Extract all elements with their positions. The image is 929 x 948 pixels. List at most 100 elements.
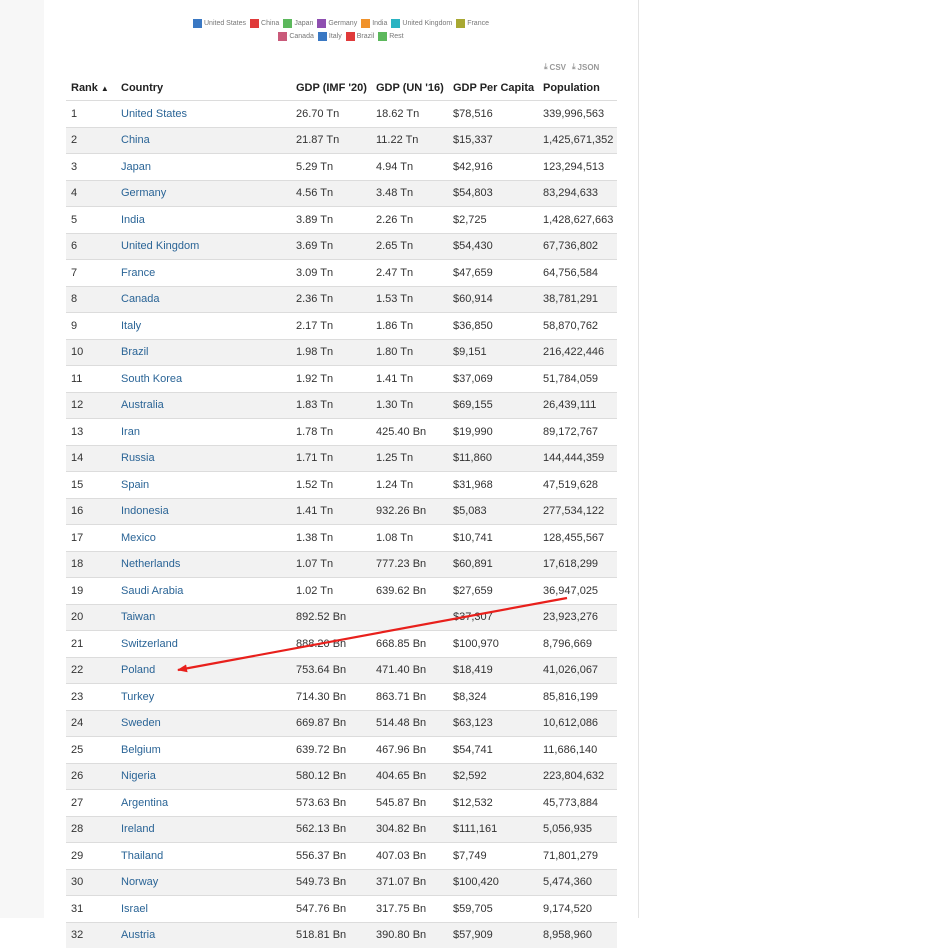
population-cell: 144,444,359 bbox=[538, 445, 617, 472]
country-link[interactable]: Poland bbox=[116, 657, 291, 684]
table-row: 32Austria518.81 Bn390.80 Bn$57,9098,958,… bbox=[66, 922, 617, 948]
header-rank[interactable]: Rank▲ bbox=[66, 75, 116, 101]
rank-cell: 23 bbox=[66, 684, 116, 711]
rank-cell: 13 bbox=[66, 419, 116, 446]
legend-item[interactable]: Canada bbox=[278, 30, 314, 43]
gdp-imf-cell: 2.36 Tn bbox=[291, 286, 371, 313]
population-cell: 223,804,632 bbox=[538, 763, 617, 790]
gdp-un-cell: 371.07 Bn bbox=[371, 869, 448, 896]
legend-swatch bbox=[193, 19, 202, 28]
country-link[interactable]: Argentina bbox=[116, 790, 291, 817]
legend-item[interactable]: Germany bbox=[317, 17, 357, 30]
country-link[interactable]: Taiwan bbox=[116, 604, 291, 631]
legend-label: Rest bbox=[389, 30, 403, 43]
header-gdp-per-capita[interactable]: GDP Per Capita bbox=[448, 75, 538, 101]
rank-cell: 7 bbox=[66, 260, 116, 287]
gdp-imf-cell: 1.98 Tn bbox=[291, 339, 371, 366]
gdp-un-cell: 18.62 Tn bbox=[371, 101, 448, 128]
legend-label: Germany bbox=[328, 17, 357, 30]
legend-item[interactable]: Japan bbox=[283, 17, 313, 30]
gdp-un-cell: 639.62 Bn bbox=[371, 578, 448, 605]
country-link[interactable]: Brazil bbox=[116, 339, 291, 366]
left-gutter bbox=[0, 0, 45, 918]
rank-cell: 10 bbox=[66, 339, 116, 366]
gdp-un-cell: 1.30 Tn bbox=[371, 392, 448, 419]
legend-item[interactable]: France bbox=[456, 17, 489, 30]
gdp-per-capita-cell: $18,419 bbox=[448, 657, 538, 684]
country-link[interactable]: India bbox=[116, 207, 291, 234]
legend-item[interactable]: United Kingdom bbox=[391, 17, 452, 30]
table-row: 6United Kingdom3.69 Tn2.65 Tn$54,43067,7… bbox=[66, 233, 617, 260]
gdp-per-capita-cell: $9,151 bbox=[448, 339, 538, 366]
country-link[interactable]: Nigeria bbox=[116, 763, 291, 790]
header-gdp-imf[interactable]: GDP (IMF '20) bbox=[291, 75, 371, 101]
legend-swatch bbox=[318, 32, 327, 41]
table-row: 19Saudi Arabia1.02 Tn639.62 Bn$27,65936,… bbox=[66, 578, 617, 605]
table-row: 16Indonesia1.41 Tn932.26 Bn$5,083277,534… bbox=[66, 498, 617, 525]
country-link[interactable]: Thailand bbox=[116, 843, 291, 870]
legend-item[interactable]: Italy bbox=[318, 30, 342, 43]
country-link[interactable]: Saudi Arabia bbox=[116, 578, 291, 605]
population-cell: 9,174,520 bbox=[538, 896, 617, 923]
country-link[interactable]: China bbox=[116, 127, 291, 154]
country-link[interactable]: Japan bbox=[116, 154, 291, 181]
rank-cell: 4 bbox=[66, 180, 116, 207]
gdp-imf-cell: 888.20 Bn bbox=[291, 631, 371, 658]
country-link[interactable]: Israel bbox=[116, 896, 291, 923]
population-cell: 10,612,086 bbox=[538, 710, 617, 737]
country-link[interactable]: Ireland bbox=[116, 816, 291, 843]
legend-item[interactable]: India bbox=[361, 17, 387, 30]
country-link[interactable]: Spain bbox=[116, 472, 291, 499]
header-country-label: Country bbox=[121, 82, 163, 94]
country-link[interactable]: Turkey bbox=[116, 684, 291, 711]
legend-item[interactable]: China bbox=[250, 17, 279, 30]
country-link[interactable]: Belgium bbox=[116, 737, 291, 764]
gdp-per-capita-cell: $15,337 bbox=[448, 127, 538, 154]
export-csv-label: CSV bbox=[550, 63, 566, 72]
gdp-per-capita-cell: $54,741 bbox=[448, 737, 538, 764]
country-link[interactable]: Sweden bbox=[116, 710, 291, 737]
gdp-imf-cell: 753.64 Bn bbox=[291, 657, 371, 684]
legend-label: United Kingdom bbox=[402, 17, 452, 30]
table-row: 13Iran1.78 Tn425.40 Bn$19,99089,172,767 bbox=[66, 419, 617, 446]
export-json-link[interactable]: ⤓ JSON bbox=[572, 62, 599, 72]
country-link[interactable]: Australia bbox=[116, 392, 291, 419]
country-link[interactable]: Switzerland bbox=[116, 631, 291, 658]
table-header-row: Rank▲ Country GDP (IMF '20) GDP (UN '16)… bbox=[66, 75, 617, 101]
country-link[interactable]: Russia bbox=[116, 445, 291, 472]
country-link[interactable]: Canada bbox=[116, 286, 291, 313]
table-row: 27Argentina573.63 Bn545.87 Bn$12,53245,7… bbox=[66, 790, 617, 817]
rank-cell: 22 bbox=[66, 657, 116, 684]
rank-cell: 24 bbox=[66, 710, 116, 737]
header-gdp-imf-label: GDP (IMF '20) bbox=[296, 82, 367, 94]
legend-item[interactable]: Brazil bbox=[346, 30, 375, 43]
gdp-per-capita-cell: $8,324 bbox=[448, 684, 538, 711]
header-country[interactable]: Country bbox=[116, 75, 291, 101]
country-link[interactable]: United Kingdom bbox=[116, 233, 291, 260]
gdp-un-cell: 2.47 Tn bbox=[371, 260, 448, 287]
country-link[interactable]: United States bbox=[116, 101, 291, 128]
header-gdp-un[interactable]: GDP (UN '16) bbox=[371, 75, 448, 101]
country-link[interactable]: Austria bbox=[116, 922, 291, 948]
country-link[interactable]: Mexico bbox=[116, 525, 291, 552]
export-csv-link[interactable]: ⤓ CSV bbox=[544, 62, 566, 72]
country-link[interactable]: Iran bbox=[116, 419, 291, 446]
country-link[interactable]: Netherlands bbox=[116, 551, 291, 578]
export-links: ⤓ CSV ⤓ JSON bbox=[544, 62, 599, 72]
country-link[interactable]: South Korea bbox=[116, 366, 291, 393]
legend-item[interactable]: United States bbox=[193, 17, 246, 30]
gdp-imf-cell: 1.02 Tn bbox=[291, 578, 371, 605]
country-link[interactable]: Germany bbox=[116, 180, 291, 207]
header-population[interactable]: Population bbox=[538, 75, 617, 101]
country-link[interactable]: Italy bbox=[116, 313, 291, 340]
gdp-un-cell: 668.85 Bn bbox=[371, 631, 448, 658]
legend-label: China bbox=[261, 17, 279, 30]
country-link[interactable]: France bbox=[116, 260, 291, 287]
population-cell: 67,736,802 bbox=[538, 233, 617, 260]
table-row: 9Italy2.17 Tn1.86 Tn$36,85058,870,762 bbox=[66, 313, 617, 340]
legend-item[interactable]: Rest bbox=[378, 30, 403, 43]
export-json-label: JSON bbox=[578, 63, 600, 72]
country-link[interactable]: Norway bbox=[116, 869, 291, 896]
country-link[interactable]: Indonesia bbox=[116, 498, 291, 525]
table-row: 20Taiwan892.52 Bn$37,30723,923,276 bbox=[66, 604, 617, 631]
